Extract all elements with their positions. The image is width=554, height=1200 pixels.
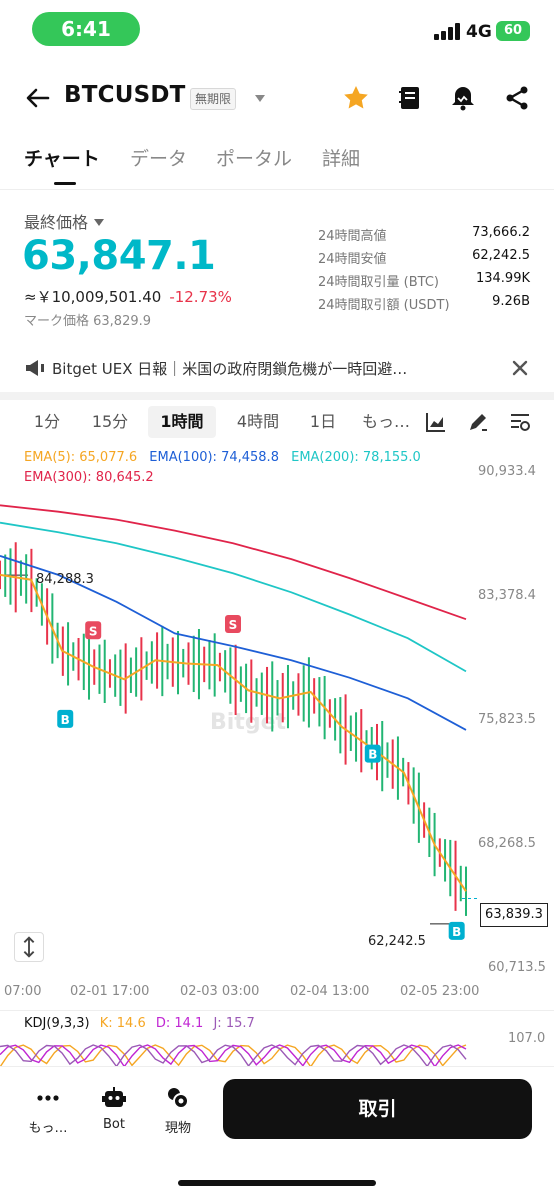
bottom-label: 現物 [164,1121,191,1136]
header: BTCUSDT 無期限 [0,70,554,126]
x-tick-label: 02-03 03:00 [180,984,260,999]
signal-icon [434,22,460,40]
stat-value: 73,666.2 [472,225,530,240]
tab-indicator [54,182,76,185]
y-tick-label: 83,378.4 [478,588,536,603]
price-chart[interactable]: EMA(5): 65,077.6 EMA(100): 74,458.8 EMA(… [0,448,554,1004]
share-icon[interactable] [503,84,531,112]
main-tabs: チャート データ ポータル 詳細 [0,140,554,190]
x-tick-label: 02-05 23:00 [400,984,480,999]
y-tick-label: 60,713.5 [488,960,546,975]
bottom-bot[interactable]: Bot [84,1085,144,1132]
marker-label: S [229,618,238,632]
stat-label: 24時間高値 [318,229,387,244]
x-tick-label: 07:00 [4,984,42,999]
y-tick-label: 68,268.5 [478,836,536,851]
interval-more[interactable]: もっ… [360,406,412,438]
home-indicator [178,1180,376,1186]
stat-label: 24時間取引額 (USDT) [318,298,450,313]
y-tick-label: 90,933.4 [478,464,536,479]
stat-label: 24時間取引量 (BTC) [318,275,439,290]
vertical-scale-icon[interactable] [14,932,44,962]
stat-row: 24時間安値 62,242.5 [318,248,530,271]
kdj-svg [0,1044,467,1069]
chart-settings-icon[interactable] [508,410,532,434]
marker-label: B [61,713,70,727]
close-icon[interactable] [510,358,530,378]
marker-label: B [452,925,461,939]
bottom-label: Bot [103,1117,125,1132]
draw-pen-icon[interactable] [466,410,490,434]
megaphone-icon [26,360,44,376]
interval-1h[interactable]: 1時間 [148,406,216,438]
interval-1d[interactable]: 1日 [302,406,344,438]
marker-label: B [368,748,377,762]
news-text[interactable]: Bitget UEX 日報｜米国の政府閉鎖危機が一時回避… [52,358,462,379]
mark-price: マーク価格 63,829.9 [24,314,152,329]
contract-type-tag: 無期限 [190,88,237,110]
stat-label: 24時間安値 [318,252,387,267]
stat-row: 24時間高値 73,666.2 [318,225,530,248]
fiat-price-line: ≈￥10,009,501.40 -12.73% [24,286,232,307]
high-price-label: 84,288.3 [36,572,94,587]
price-change: -12.73% [169,288,232,306]
low-price-label: 62,242.5 [368,934,426,949]
status-time: 6:41 [32,12,140,46]
indicator-chart-icon[interactable] [424,410,448,434]
tab-details[interactable]: 詳細 [322,144,360,171]
stat-value: 134.99K [475,271,530,286]
coins-icon [168,1088,189,1109]
x-tick-label: 02-04 13:00 [290,984,370,999]
alert-icon[interactable] [449,84,477,112]
x-tick-label: 02-01 17:00 [70,984,150,999]
more-dots-icon [37,1095,59,1101]
interval-bar: 1分 15分 1時間 4時間 1日 もっ… [0,400,554,442]
trade-button[interactable]: 取引 [223,1079,532,1139]
stats-panel: 24時間高値 73,666.2 24時間安値 62,242.5 24時間取引量 (B… [318,225,530,317]
marker-label: S [89,624,98,638]
tab-portal[interactable]: ポータル [216,144,292,171]
interval-4h[interactable]: 4時間 [228,406,288,438]
tab-chart[interactable]: チャート [24,144,100,171]
bottom-spot[interactable]: 現物 [148,1085,208,1136]
bot-icon [102,1087,126,1107]
interval-15m[interactable]: 15分 [84,406,136,438]
status-bar: 6:41 4G 60 [0,0,554,56]
stat-row: 24時間取引額 (USDT) 9.26B [318,294,530,317]
last-price-label[interactable]: 最終価格 [24,209,105,233]
stat-value: 62,242.5 [472,248,530,263]
bottom-label: もっ… [28,1121,68,1136]
section-divider [0,392,554,400]
last-price: 63,847.1 [22,233,216,279]
news-banner[interactable]: Bitget UEX 日報｜米国の政府閉鎖危機が一時回避… [0,346,554,392]
y-tick-label: 75,823.5 [478,712,536,727]
current-price-tag: 63,839.3 [480,903,548,927]
notebook-icon[interactable] [396,84,424,112]
bottom-more[interactable]: もっ… [18,1085,78,1136]
pair-title[interactable]: BTCUSDT [64,82,186,108]
fiat-price: ≈￥10,009,501.40 [24,288,162,306]
battery-icon: 60 [496,21,530,41]
bottom-bar: もっ… Bot 現物 取引 [0,1066,554,1176]
kdj-line [0,1044,467,1068]
tab-data[interactable]: データ [130,144,187,171]
star-icon[interactable] [342,84,370,112]
stat-value: 9.26B [492,294,530,309]
interval-1m[interactable]: 1分 [24,406,70,438]
network-label: 4G [466,22,492,42]
stat-row: 24時間取引量 (BTC) 134.99K [318,271,530,294]
chevron-down-icon[interactable] [255,95,265,102]
chevron-down-icon [94,219,105,226]
back-arrow-icon[interactable] [24,84,52,112]
chart-svg[interactable]: S B S B B [0,448,554,1004]
kdj-panel[interactable]: KDJ(9,3,3) K: 14.6 D: 14.1 J: 15.7 107.0 [0,1010,554,1070]
series-line-ema200 [0,521,467,673]
series-line-ema300 [0,504,467,621]
